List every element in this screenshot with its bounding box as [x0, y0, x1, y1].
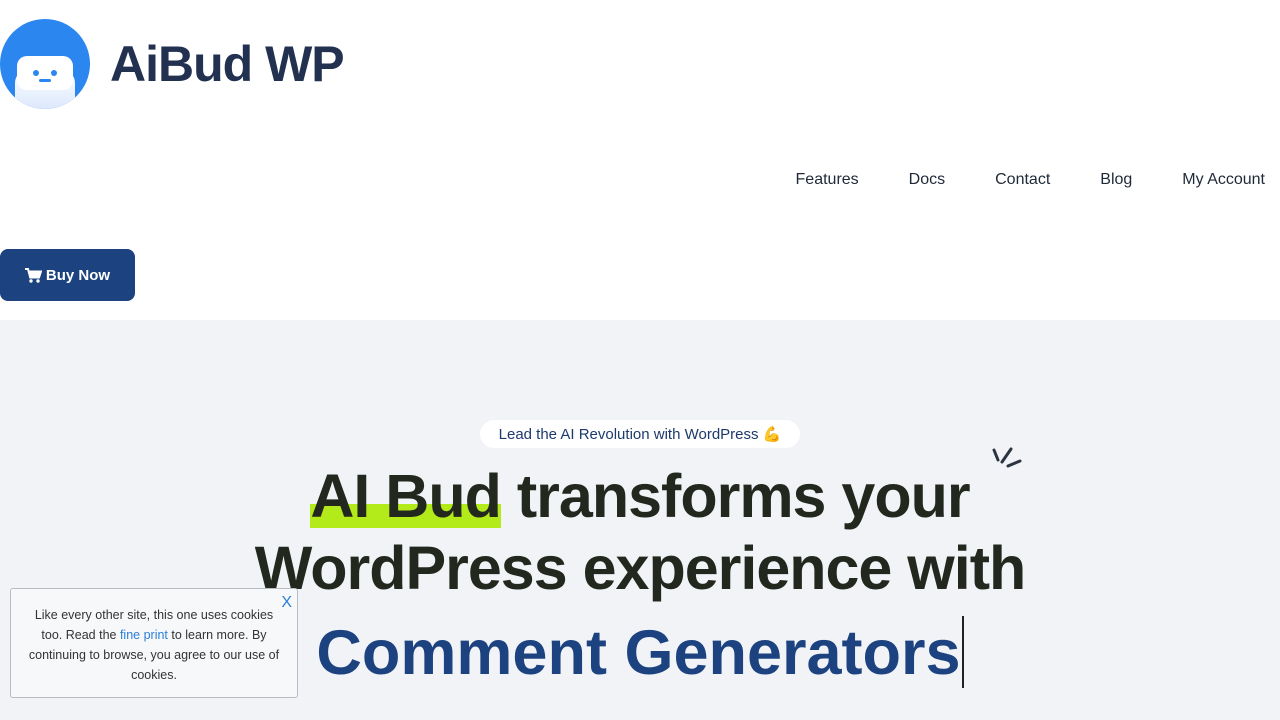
nav-item-blog[interactable]: Blog	[1100, 170, 1132, 190]
buy-now-label: Buy Now	[45, 266, 111, 284]
hero-headline: AI Bud transforms your WordPress experie…	[0, 460, 1280, 604]
headline-rest: transforms your	[500, 462, 971, 530]
nav-item-features[interactable]: Features	[796, 170, 859, 190]
cart-icon	[24, 267, 42, 283]
nav-item-docs[interactable]: Docs	[909, 170, 945, 190]
cookie-banner: X Like every other site, this one uses c…	[10, 588, 298, 698]
buy-now-button[interactable]: Buy Now	[0, 249, 135, 301]
tagline-badge: Lead the AI Revolution with WordPress 💪	[480, 420, 800, 448]
fine-print-link[interactable]: fine print	[120, 628, 168, 642]
typed-word: Comment Generators	[316, 618, 961, 688]
site-logo[interactable]: AiBud WP	[0, 19, 345, 109]
close-icon[interactable]: X	[281, 594, 292, 612]
brand-name: AiBud WP	[110, 36, 345, 92]
nav-item-my-account[interactable]: My Account	[1182, 170, 1265, 190]
robot-icon	[0, 19, 90, 109]
nav-item-contact[interactable]: Contact	[995, 170, 1050, 190]
text-caret	[961, 616, 964, 688]
main-nav: Features Docs Contact Blog My Account	[746, 170, 1265, 190]
headline-highlight: AI Bud	[310, 462, 502, 530]
